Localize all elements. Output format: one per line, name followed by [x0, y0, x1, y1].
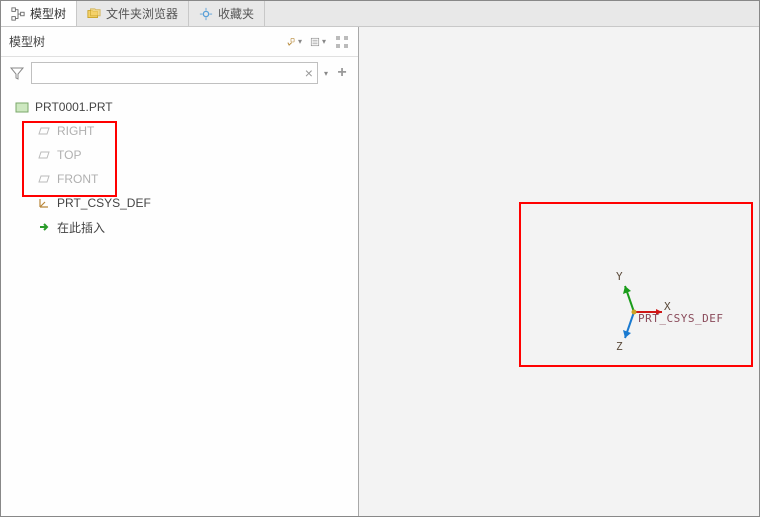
node-label: PRT_CSYS_DEF	[57, 196, 151, 210]
tree-plane-top[interactable]: TOP	[1, 143, 358, 167]
left-panel: 模型树 × ▾ +	[1, 27, 359, 516]
tools-dropdown[interactable]	[286, 34, 302, 50]
panel-toolbar: 模型树	[1, 27, 358, 57]
grid-settings-icon[interactable]	[334, 34, 350, 50]
clear-icon[interactable]: ×	[305, 65, 313, 81]
node-label: PRT0001.PRT	[35, 100, 113, 114]
panel-title: 模型树	[9, 33, 45, 50]
filter-row: × ▾ +	[1, 57, 358, 89]
add-icon[interactable]: +	[334, 65, 350, 81]
part-icon	[15, 100, 29, 114]
tree-plane-front[interactable]: FRONT	[1, 167, 358, 191]
filter-dropdown[interactable]: ▾	[324, 69, 328, 78]
tab-label: 模型树	[30, 5, 66, 22]
model-tree: PRT0001.PRT RIGHT TOP FRONT	[1, 89, 358, 516]
tree-csys[interactable]: PRT_CSYS_DEF	[1, 191, 358, 215]
node-label: RIGHT	[57, 124, 94, 138]
plane-icon	[37, 172, 51, 186]
plane-icon	[37, 124, 51, 138]
show-dropdown[interactable]	[310, 34, 326, 50]
tab-label: 收藏夹	[218, 5, 254, 22]
tab-favorites[interactable]: 收藏夹	[189, 1, 265, 26]
csys-icon	[37, 196, 51, 210]
star-icon	[199, 7, 213, 21]
panel-tabs: 模型树 文件夹浏览器 收藏夹	[1, 1, 759, 27]
tree-icon	[11, 7, 25, 21]
plane-icon	[37, 148, 51, 162]
tab-folder-browser[interactable]: 文件夹浏览器	[77, 1, 189, 26]
filter-input[interactable]	[31, 62, 318, 84]
node-label: 在此插入	[57, 219, 105, 236]
tree-plane-right[interactable]: RIGHT	[1, 119, 358, 143]
tree-root[interactable]: PRT0001.PRT	[1, 95, 358, 119]
folders-icon	[87, 7, 101, 21]
tree-insert-here[interactable]: 在此插入	[1, 215, 358, 239]
node-label: TOP	[57, 148, 81, 162]
tab-label: 文件夹浏览器	[106, 5, 178, 22]
graphics-viewport[interactable]: X Y Z PRT_CSYS_DEF	[359, 27, 759, 516]
node-label: FRONT	[57, 172, 98, 186]
csys-label: PRT_CSYS_DEF	[638, 312, 723, 325]
axis-z-label: Z	[616, 340, 623, 353]
insert-arrow-icon	[37, 220, 51, 234]
csys-triad: X Y Z PRT_CSYS_DEF	[594, 272, 674, 355]
tab-model-tree[interactable]: 模型树	[1, 1, 77, 26]
axis-y-label: Y	[616, 270, 623, 283]
funnel-icon[interactable]	[9, 65, 25, 81]
